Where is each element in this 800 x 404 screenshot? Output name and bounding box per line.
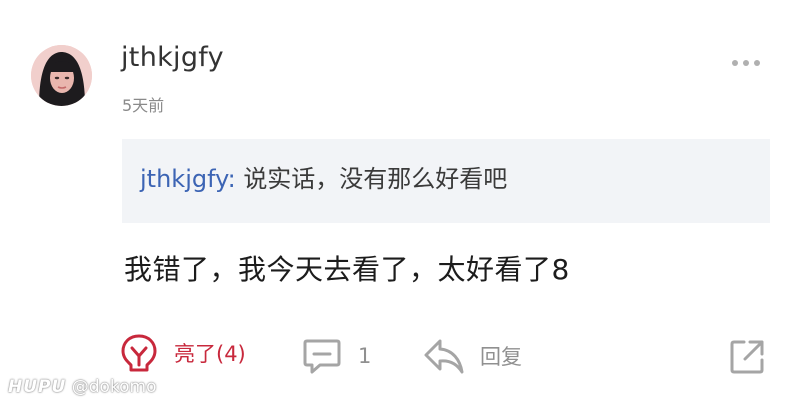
- reply-label: 回复: [480, 345, 522, 369]
- share-icon: [730, 340, 764, 374]
- reply-text: 我错了，我今天去看了，太好看了8: [124, 253, 570, 286]
- avatar-image: [31, 45, 92, 106]
- comment-icon: [303, 339, 341, 374]
- like-button[interactable]: 亮了(4): [118, 332, 246, 374]
- more-dots-icon: [732, 60, 760, 66]
- comment-button[interactable]: 1: [302, 337, 371, 375]
- comment-count: 1: [358, 344, 372, 368]
- watermark-brand: HUPU: [8, 377, 67, 397]
- reply-button[interactable]: 回复: [422, 336, 522, 376]
- like-label: 亮了(4): [174, 342, 246, 366]
- quoted-reply: jthkjgfy: 说实话，没有那么好看吧: [122, 139, 770, 223]
- username[interactable]: jthkjgfy: [121, 42, 224, 73]
- quote-author[interactable]: jthkjgfy: [140, 165, 228, 193]
- like-bulb-icon: [121, 334, 157, 372]
- quote-separator: :: [227, 165, 236, 193]
- avatar[interactable]: [31, 45, 92, 106]
- quote-text: 说实话，没有那么好看吧: [243, 165, 508, 193]
- more-button[interactable]: [726, 49, 766, 77]
- share-button[interactable]: [728, 338, 766, 376]
- watermark: HUPU @dokomo: [8, 377, 157, 397]
- reply-arrow-icon: [424, 339, 464, 374]
- post-time: 5天前: [122, 96, 165, 115]
- watermark-handle: @dokomo: [71, 377, 157, 397]
